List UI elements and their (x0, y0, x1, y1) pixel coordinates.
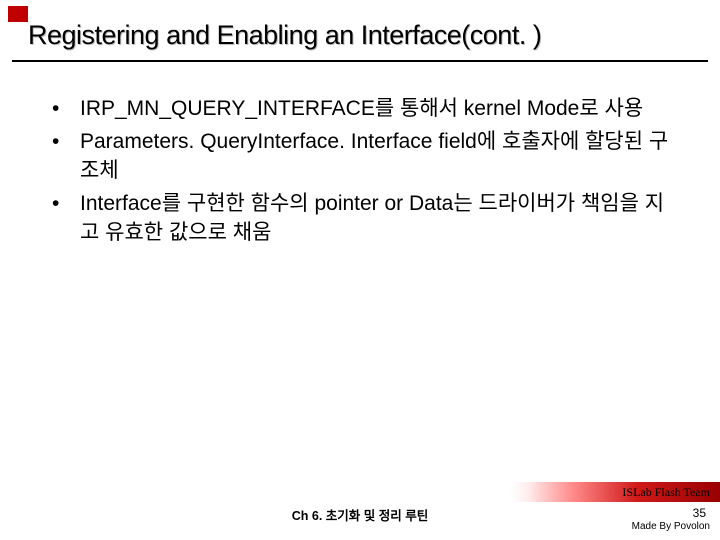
bullet-icon: • (52, 128, 59, 157)
list-item: • Interface를 구현한 함수의 pointer or Data는 드라… (52, 190, 680, 248)
body-content: • IRP_MN_QUERY_INTERFACE를 통해서 kernel Mod… (52, 95, 680, 252)
bullet-icon: • (52, 190, 59, 219)
bullet-text: IRP_MN_QUERY_INTERFACE를 통해서 kernel Mode로… (80, 97, 643, 120)
team-label: ISLab Flash Team (622, 485, 710, 499)
title-underline (12, 60, 708, 62)
list-item: • Parameters. QueryInterface. Interface … (52, 128, 680, 186)
bullet-text: Interface를 구현한 함수의 pointer or Data는 드라이버… (80, 192, 664, 244)
bottom-bar: Ch 6. 초기화 및 정리 루틴 35 Made By Povolon (0, 504, 720, 532)
made-by-label: Made By Povolon (632, 521, 710, 532)
bullet-icon: • (52, 95, 59, 124)
slide-title: Registering and Enabling an Interface(co… (28, 20, 541, 51)
page-number: 35 (693, 506, 706, 520)
header: Registering and Enabling an Interface(co… (0, 0, 720, 62)
accent-box (8, 6, 28, 22)
bullet-list: • IRP_MN_QUERY_INTERFACE를 통해서 kernel Mod… (52, 95, 680, 248)
list-item: • IRP_MN_QUERY_INTERFACE를 통해서 kernel Mod… (52, 95, 680, 124)
slide: Registering and Enabling an Interface(co… (0, 0, 720, 540)
bullet-text: Parameters. QueryInterface. Interface fi… (80, 130, 668, 182)
footer-band: ISLab Flash Team (510, 482, 720, 502)
chapter-label: Ch 6. 초기화 및 정리 루틴 (292, 505, 428, 524)
